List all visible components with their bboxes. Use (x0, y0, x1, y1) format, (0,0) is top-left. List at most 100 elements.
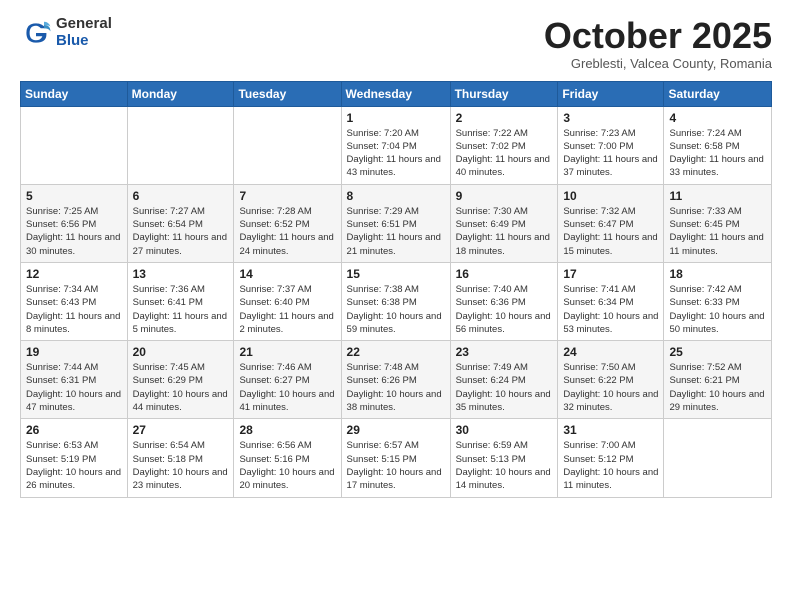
day-number: 4 (669, 111, 766, 125)
day-info: Sunrise: 7:32 AMSunset: 6:47 PMDaylight:… (563, 205, 658, 258)
day-info: Sunrise: 6:59 AMSunset: 5:13 PMDaylight:… (456, 439, 553, 492)
table-row: 22 Sunrise: 7:48 AMSunset: 6:26 PMDayligh… (341, 341, 450, 419)
table-row: 28 Sunrise: 6:56 AMSunset: 5:16 PMDayligh… (234, 419, 341, 497)
day-info: Sunrise: 7:20 AMSunset: 7:04 PMDaylight:… (347, 127, 445, 180)
table-row: 17 Sunrise: 7:41 AMSunset: 6:34 PMDayligh… (558, 262, 664, 340)
table-row: 3 Sunrise: 7:23 AMSunset: 7:00 PMDaylight… (558, 106, 664, 184)
day-number: 18 (669, 267, 766, 281)
day-number: 5 (26, 189, 122, 203)
day-info: Sunrise: 7:49 AMSunset: 6:24 PMDaylight:… (456, 361, 553, 414)
day-info: Sunrise: 7:41 AMSunset: 6:34 PMDaylight:… (563, 283, 658, 336)
day-info: Sunrise: 7:30 AMSunset: 6:49 PMDaylight:… (456, 205, 553, 258)
day-info: Sunrise: 7:52 AMSunset: 6:21 PMDaylight:… (669, 361, 766, 414)
day-info: Sunrise: 7:24 AMSunset: 6:58 PMDaylight:… (669, 127, 766, 180)
day-info: Sunrise: 7:00 AMSunset: 5:12 PMDaylight:… (563, 439, 658, 492)
day-info: Sunrise: 7:46 AMSunset: 6:27 PMDaylight:… (239, 361, 335, 414)
day-info: Sunrise: 7:42 AMSunset: 6:33 PMDaylight:… (669, 283, 766, 336)
day-number: 26 (26, 423, 122, 437)
table-row: 4 Sunrise: 7:24 AMSunset: 6:58 PMDaylight… (664, 106, 772, 184)
col-friday: Friday (558, 81, 664, 106)
table-row (664, 419, 772, 497)
day-info: Sunrise: 7:45 AMSunset: 6:29 PMDaylight:… (133, 361, 229, 414)
calendar-week-row: 1 Sunrise: 7:20 AMSunset: 7:04 PMDaylight… (21, 106, 772, 184)
table-row: 21 Sunrise: 7:46 AMSunset: 6:27 PMDayligh… (234, 341, 341, 419)
logo-icon (20, 17, 52, 49)
table-row: 10 Sunrise: 7:32 AMSunset: 6:47 PMDayligh… (558, 184, 664, 262)
col-saturday: Saturday (664, 81, 772, 106)
day-info: Sunrise: 6:53 AMSunset: 5:19 PMDaylight:… (26, 439, 122, 492)
day-info: Sunrise: 7:33 AMSunset: 6:45 PMDaylight:… (669, 205, 766, 258)
day-number: 1 (347, 111, 445, 125)
calendar-week-row: 5 Sunrise: 7:25 AMSunset: 6:56 PMDaylight… (21, 184, 772, 262)
day-info: Sunrise: 7:40 AMSunset: 6:36 PMDaylight:… (456, 283, 553, 336)
table-row: 23 Sunrise: 7:49 AMSunset: 6:24 PMDayligh… (450, 341, 558, 419)
table-row: 19Sunrise: 7:44 AMSunset: 6:31 PMDayligh… (21, 341, 128, 419)
day-number: 23 (456, 345, 553, 359)
day-info: Sunrise: 7:27 AMSunset: 6:54 PMDaylight:… (133, 205, 229, 258)
calendar-week-row: 12Sunrise: 7:34 AMSunset: 6:43 PMDayligh… (21, 262, 772, 340)
table-row: 1 Sunrise: 7:20 AMSunset: 7:04 PMDaylight… (341, 106, 450, 184)
day-number: 13 (133, 267, 229, 281)
table-row: 7Sunrise: 7:28 AMSunset: 6:52 PMDaylight… (234, 184, 341, 262)
table-row (234, 106, 341, 184)
calendar-week-row: 26 Sunrise: 6:53 AMSunset: 5:19 PMDayligh… (21, 419, 772, 497)
day-number: 11 (669, 189, 766, 203)
table-row: 30 Sunrise: 6:59 AMSunset: 5:13 PMDayligh… (450, 419, 558, 497)
day-number: 17 (563, 267, 658, 281)
day-info: Sunrise: 7:34 AMSunset: 6:43 PMDaylight:… (26, 283, 122, 336)
logo-blue-text: Blue (56, 33, 112, 50)
col-monday: Monday (127, 81, 234, 106)
table-row: 9 Sunrise: 7:30 AMSunset: 6:49 PMDaylight… (450, 184, 558, 262)
table-row: 14Sunrise: 7:37 AMSunset: 6:40 PMDayligh… (234, 262, 341, 340)
day-number: 15 (347, 267, 445, 281)
calendar-header-row: Sunday Monday Tuesday Wednesday Thursday… (21, 81, 772, 106)
day-number: 3 (563, 111, 658, 125)
day-info: Sunrise: 7:48 AMSunset: 6:26 PMDaylight:… (347, 361, 445, 414)
table-row (127, 106, 234, 184)
table-row: 26 Sunrise: 6:53 AMSunset: 5:19 PMDayligh… (21, 419, 128, 497)
day-info: Sunrise: 7:28 AMSunset: 6:52 PMDaylight:… (239, 205, 335, 258)
page: General Blue October 2025 Greblesti, Val… (0, 0, 792, 514)
day-number: 29 (347, 423, 445, 437)
table-row: 11 Sunrise: 7:33 AMSunset: 6:45 PMDayligh… (664, 184, 772, 262)
logo-general-text: General (56, 16, 112, 33)
day-info: Sunrise: 7:36 AMSunset: 6:41 PMDaylight:… (133, 283, 229, 336)
day-number: 31 (563, 423, 658, 437)
day-info: Sunrise: 7:22 AMSunset: 7:02 PMDaylight:… (456, 127, 553, 180)
table-row: 29Sunrise: 6:57 AMSunset: 5:15 PMDayligh… (341, 419, 450, 497)
col-tuesday: Tuesday (234, 81, 341, 106)
day-number: 24 (563, 345, 658, 359)
table-row (21, 106, 128, 184)
col-wednesday: Wednesday (341, 81, 450, 106)
day-number: 14 (239, 267, 335, 281)
table-row: 12Sunrise: 7:34 AMSunset: 6:43 PMDayligh… (21, 262, 128, 340)
table-row: 2 Sunrise: 7:22 AMSunset: 7:02 PMDaylight… (450, 106, 558, 184)
day-info: Sunrise: 7:25 AMSunset: 6:56 PMDaylight:… (26, 205, 122, 258)
day-number: 6 (133, 189, 229, 203)
day-number: 19 (26, 345, 122, 359)
table-row: 13 Sunrise: 7:36 AMSunset: 6:41 PMDayligh… (127, 262, 234, 340)
day-number: 22 (347, 345, 445, 359)
day-info: Sunrise: 6:54 AMSunset: 5:18 PMDaylight:… (133, 439, 229, 492)
table-row: 27 Sunrise: 6:54 AMSunset: 5:18 PMDayligh… (127, 419, 234, 497)
day-number: 21 (239, 345, 335, 359)
day-info: Sunrise: 7:23 AMSunset: 7:00 PMDaylight:… (563, 127, 658, 180)
table-row: 31 Sunrise: 7:00 AMSunset: 5:12 PMDayligh… (558, 419, 664, 497)
day-number: 9 (456, 189, 553, 203)
day-number: 2 (456, 111, 553, 125)
header: General Blue October 2025 Greblesti, Val… (20, 16, 772, 71)
table-row: 20Sunrise: 7:45 AMSunset: 6:29 PMDayligh… (127, 341, 234, 419)
col-sunday: Sunday (21, 81, 128, 106)
day-number: 30 (456, 423, 553, 437)
table-row: 18 Sunrise: 7:42 AMSunset: 6:33 PMDayligh… (664, 262, 772, 340)
day-number: 10 (563, 189, 658, 203)
col-thursday: Thursday (450, 81, 558, 106)
table-row: 5 Sunrise: 7:25 AMSunset: 6:56 PMDaylight… (21, 184, 128, 262)
day-number: 16 (456, 267, 553, 281)
table-row: 8Sunrise: 7:29 AMSunset: 6:51 PMDaylight… (341, 184, 450, 262)
table-row: 25Sunrise: 7:52 AMSunset: 6:21 PMDayligh… (664, 341, 772, 419)
day-info: Sunrise: 6:56 AMSunset: 5:16 PMDaylight:… (239, 439, 335, 492)
day-info: Sunrise: 7:38 AMSunset: 6:38 PMDaylight:… (347, 283, 445, 336)
day-number: 28 (239, 423, 335, 437)
day-number: 27 (133, 423, 229, 437)
